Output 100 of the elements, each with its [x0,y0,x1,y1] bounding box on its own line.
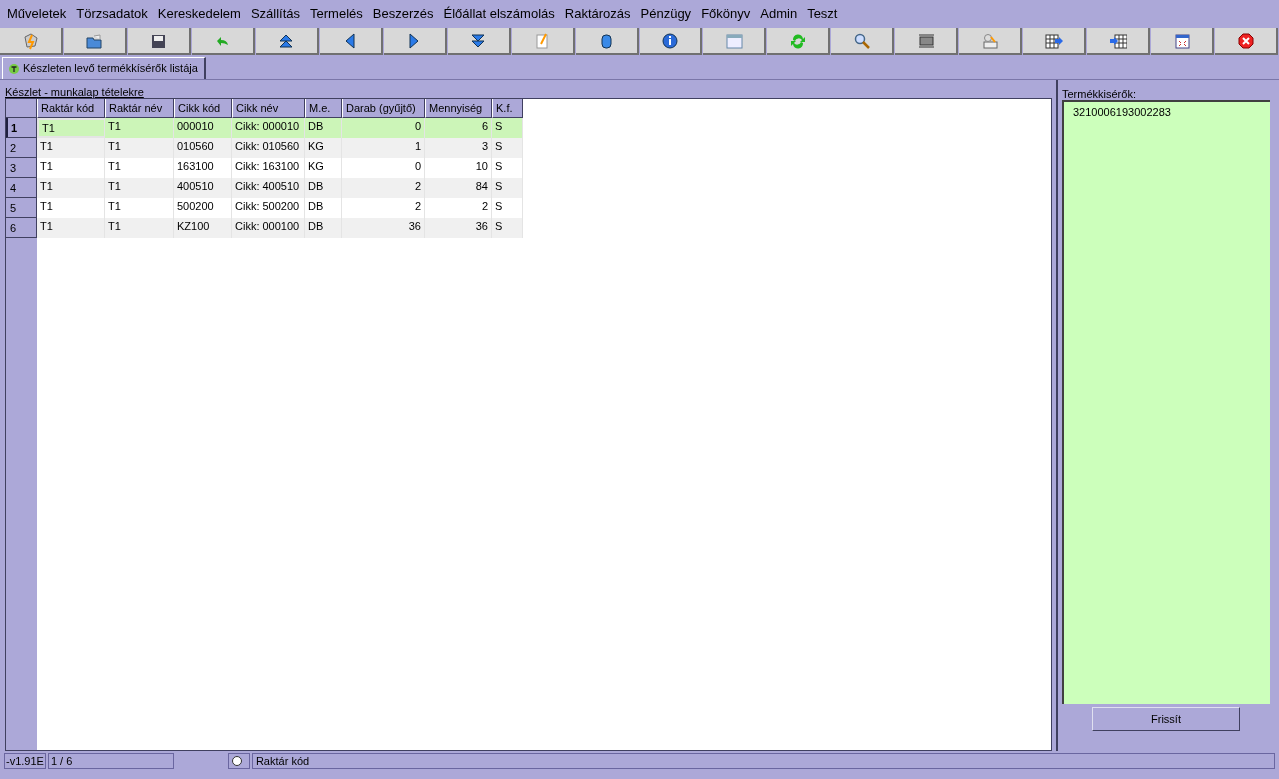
table-cell: T1 [37,218,105,238]
panel-label: Termékkisérők: [1062,87,1137,100]
table-cell: T1 [37,178,105,198]
table-cell: Cikk: 163100 [232,158,305,178]
table-cell: DB [305,198,342,218]
row-number[interactable]: 3 [6,158,37,178]
table-cell: 3 [425,138,492,158]
row-number[interactable]: 4 [6,178,37,198]
table-cell: Cikk: 010560 [232,138,305,158]
menu-item[interactable]: Törzsadatok [71,4,153,24]
table-cell: T1 [105,118,174,138]
toolbar-button[interactable] [319,28,383,55]
table-cell: DB [305,118,342,138]
table-cell: S [492,218,523,238]
table-cell: T1 [105,218,174,238]
menu-item[interactable]: Pénzügy [635,4,697,24]
table-cell: KG [305,138,342,158]
toolbar-button[interactable] [511,28,575,55]
open-folder-icon [85,31,104,50]
toolbar-button[interactable] [703,28,767,55]
table-cell: Cikk: 000100 [232,218,305,238]
tab[interactable]: Készleten levő termékkísérők listája [2,57,206,79]
toolbar-button[interactable] [639,28,703,55]
toolbar-button[interactable] [383,28,447,55]
menu-item[interactable]: Teszt [802,4,843,24]
row-number[interactable]: 2 [6,138,37,158]
column-header[interactable]: Mennyiség [425,99,492,118]
list-item[interactable]: 3210006193002283 [1073,104,1270,119]
tab-icon [9,63,19,74]
toolbar-button[interactable] [191,28,255,55]
refresh-button[interactable]: Frissít [1092,707,1240,731]
table-cell: 36 [342,218,425,238]
table-cell: 2 [342,178,425,198]
table-cell: S [492,198,523,218]
column-header[interactable]: Raktár név [105,99,174,118]
table-cell: T1 [105,178,174,198]
grid-caption: Készlet - munkalap tételekre [5,85,145,98]
table-cell: Cikk: 400510 [232,178,305,198]
toolbar-button[interactable] [1215,28,1279,55]
column-header[interactable]: Cikk név [232,99,305,118]
table-cell: 400510 [174,178,232,198]
connect-icon [21,31,40,50]
maximize-icon [1172,31,1191,50]
sort-field: Raktár kód [251,753,1275,769]
menu-item[interactable]: Beszerzés [367,4,439,24]
search-icon [852,31,871,50]
toolbar-button[interactable] [831,28,895,55]
toolbar-button[interactable] [1151,28,1215,55]
row-number[interactable]: 5 [6,198,37,218]
toolbar-button[interactable] [63,28,127,55]
table-cell: KZ100 [174,218,232,238]
table-cell: 84 [425,178,492,198]
menu-item[interactable]: Kereskedelem [152,4,246,24]
toolbar-button[interactable] [0,28,63,55]
table-cell: 1 [342,138,425,158]
table-cell: T1 [37,158,105,178]
table-cell: S [492,178,523,198]
table-cell: S [492,118,523,138]
column-header[interactable]: Raktár kód [37,99,105,118]
toolbar-button[interactable] [959,28,1023,55]
table-cell: Cikk: 000010 [232,118,305,138]
menu-item[interactable]: Műveletek [2,4,72,24]
toolbar-button[interactable] [1087,28,1151,55]
toolbar-button[interactable] [255,28,319,55]
column-header[interactable]: Darab (gyűjtő) [342,99,425,118]
toolbar-button[interactable] [575,28,639,55]
menu-item[interactable]: Főkönyv [696,4,756,24]
table-cell: 0 [342,118,425,138]
table-cell: S [492,158,523,178]
record-position: 1 / 6 [47,753,174,769]
table-cell: 000010 [174,118,232,138]
grid-import-icon [1108,31,1127,50]
indicator-icon [227,753,250,769]
row-number[interactable]: 1 [6,118,37,138]
toolbar-button[interactable] [447,28,511,55]
table-cell: Cikk: 500200 [232,198,305,218]
toolbar-button[interactable] [767,28,831,55]
menu-item[interactable]: Élőállat elszámolás [438,4,560,24]
menu-item[interactable]: Termelés [305,4,368,24]
table-cell: DB [305,178,342,198]
table-cell: 500200 [174,198,232,218]
column-header[interactable]: Cikk kód [174,99,232,118]
table-cell: T1 [37,138,105,158]
menu-item[interactable]: Raktározás [559,4,636,24]
column-header[interactable]: K.f. [492,99,523,118]
table-cell: KG [305,158,342,178]
table-cell: S [492,138,523,158]
toolbar-button[interactable] [895,28,959,55]
toolbar-button[interactable] [127,28,191,55]
table-cell: 6 [425,118,492,138]
grid-export-icon [1044,31,1063,50]
version-label: -v1.91E [4,753,46,769]
table-cell: T1 [105,198,174,218]
column-header[interactable]: M.e. [305,99,342,118]
table-cell: DB [305,218,342,238]
table-cell: 163100 [174,158,232,178]
toolbar-button[interactable] [1023,28,1087,55]
menu-item[interactable]: Szállítás [245,4,306,24]
menu-item[interactable]: Admin [755,4,803,24]
row-number[interactable]: 6 [6,218,37,238]
